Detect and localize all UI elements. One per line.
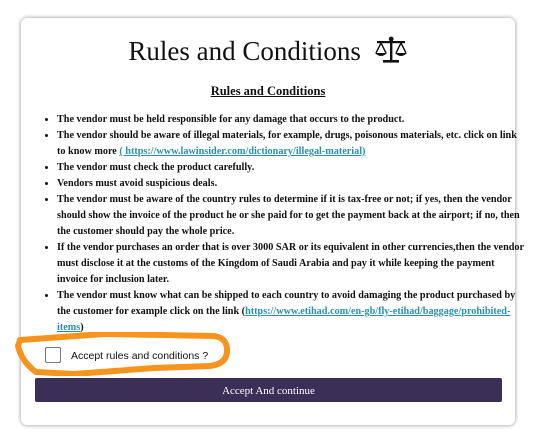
rule-item: The vendor must know what can be shipped…	[57, 288, 527, 336]
balance-scale-icon	[374, 36, 408, 71]
rule-item: The vendor must check the product carefu…	[57, 160, 527, 176]
rule-text: The vendor must be aware of the country …	[57, 194, 520, 237]
accept-continue-button[interactable]: Accept And continue	[35, 378, 502, 402]
rule-item: Vendors must avoid suspicious deals.	[57, 176, 527, 192]
rule-item: The vendor should be aware of illegal ma…	[57, 128, 527, 160]
rule-item: The vendor must be aware of the country …	[57, 192, 527, 240]
page-title: Rules and Conditions	[128, 36, 361, 66]
rules-subtitle: Rules and Conditions	[210, 84, 326, 98]
rule-item: If the vendor purchases an order that is…	[57, 240, 527, 288]
accept-label[interactable]: Accept rules and conditions ?	[71, 350, 208, 362]
rule-text: The vendor must check the product carefu…	[57, 162, 255, 173]
rules-list: The vendor must be held responsible for …	[37, 112, 527, 336]
dialog-header: Rules and Conditions	[21, 35, 515, 71]
rule-item: The vendor must be held responsible for …	[57, 112, 527, 128]
rule-text: Vendors must avoid suspicious deals.	[57, 178, 218, 189]
rule-text: The vendor must be held responsible for …	[57, 114, 405, 125]
rule-text: If the vendor purchases an order that is…	[57, 242, 524, 285]
accept-checkbox[interactable]	[45, 347, 61, 363]
illegal-material-link[interactable]: ( https://www.lawinsider.com/dictionary/…	[119, 146, 365, 157]
